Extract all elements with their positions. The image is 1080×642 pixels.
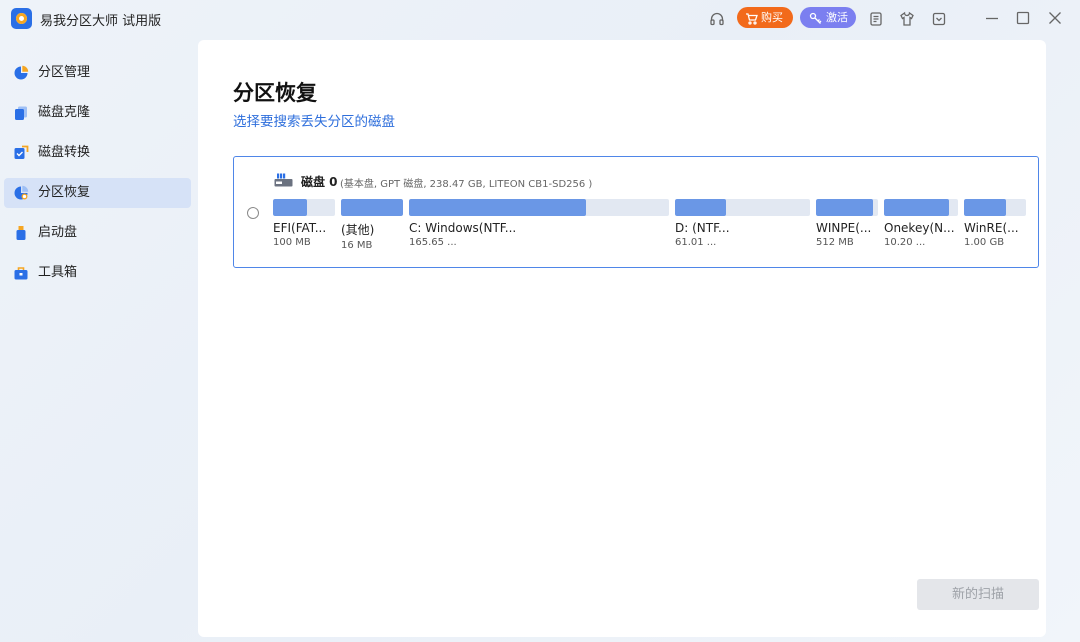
partition-item: Onekey(N... 10.20 ... <box>884 199 958 248</box>
partition-item: EFI(FAT... 100 MB <box>273 199 335 248</box>
partition-bar <box>273 199 335 216</box>
partition-size: 512 MB <box>816 237 854 248</box>
feedback-icon[interactable] <box>868 11 884 27</box>
sidebar-item-label: 分区恢复 <box>38 185 91 200</box>
partition-label: WINPE(... <box>816 221 872 235</box>
pie-chart-icon <box>13 65 29 81</box>
disk-icon <box>274 172 293 187</box>
partition-label: WinRE(... <box>964 221 1019 235</box>
sidebar-item-label: 分区管理 <box>38 65 91 80</box>
partition-item: WinRE(... 1.00 GB <box>964 199 1026 248</box>
clone-icon <box>13 105 29 121</box>
partition-item: C: Windows(NTF... 165.65 ... <box>409 199 669 248</box>
partition-label: Onekey(N... <box>884 221 955 235</box>
partition-used-fill <box>409 199 586 216</box>
partition-bar <box>964 199 1026 216</box>
title-bar: 易我分区大师 试用版 购买 激活 <box>0 0 1080 38</box>
sidebar: 分区管理 磁盘克隆 磁盘转换 分区恢复 启动盘 工具箱 <box>0 58 196 298</box>
app-title: 易我分区大师 试用版 <box>40 14 162 29</box>
minimize-icon[interactable] <box>984 10 1000 26</box>
app-logo-icon <box>11 8 32 29</box>
skin-shirt-icon[interactable] <box>899 11 915 27</box>
partition-label: C: Windows(NTF... <box>409 221 517 235</box>
sidebar-item-partition-recovery[interactable]: 分区恢复 <box>4 178 191 208</box>
disk-select-radio[interactable] <box>247 207 259 219</box>
sidebar-item-disk-clone[interactable]: 磁盘克隆 <box>4 98 191 128</box>
headset-support-icon[interactable] <box>709 11 725 27</box>
partition-item: WINPE(... 512 MB <box>816 199 878 248</box>
partition-bar <box>409 199 669 216</box>
recovery-icon <box>13 185 29 201</box>
sidebar-item-label: 启动盘 <box>38 225 78 240</box>
partition-bar <box>884 199 958 216</box>
close-icon[interactable] <box>1047 10 1063 26</box>
disk-info: (基本盘, GPT 磁盘, 238.47 GB, LITEON CB1-SD25… <box>340 179 593 190</box>
partition-size: 1.00 GB <box>964 237 1005 248</box>
partition-size: 165.65 ... <box>409 237 457 248</box>
partition-used-fill <box>273 199 308 216</box>
partition-used-fill <box>964 199 1007 216</box>
activate-label: 激活 <box>826 11 848 24</box>
partition-label: (其他) <box>341 223 375 237</box>
sidebar-item-disk-convert[interactable]: 磁盘转换 <box>4 138 191 168</box>
new-scan-button[interactable]: 新的扫描 <box>917 579 1039 610</box>
activate-button[interactable]: 激活 <box>800 7 856 28</box>
toolbox-icon <box>13 265 29 281</box>
buy-label: 购买 <box>761 11 783 24</box>
partition-size: 16 MB <box>341 240 373 251</box>
cart-icon <box>745 11 758 25</box>
buy-button[interactable]: 购买 <box>737 7 793 28</box>
sidebar-item-boot-disk[interactable]: 启动盘 <box>4 218 191 248</box>
partition-size: 10.20 ... <box>884 237 926 248</box>
partition-bar <box>816 199 878 216</box>
page-subtitle: 选择要搜索丢失分区的磁盘 <box>233 114 395 130</box>
page-title: 分区恢复 <box>233 81 317 105</box>
partition-label: EFI(FAT... <box>273 221 327 235</box>
partition-bar <box>675 199 810 216</box>
partition-item: (其他) 16 MB <box>341 199 403 251</box>
partition-used-fill <box>675 199 727 216</box>
convert-icon <box>13 145 29 161</box>
partition-used-fill <box>341 199 403 216</box>
maximize-icon[interactable] <box>1015 10 1031 26</box>
sidebar-item-partition-manager[interactable]: 分区管理 <box>4 58 191 88</box>
usb-icon <box>13 225 29 241</box>
main-panel: 分区恢复 选择要搜索丢失分区的磁盘 磁盘 0 (基本盘, GPT 磁盘, 238… <box>198 40 1046 637</box>
partition-used-fill <box>816 199 874 216</box>
partition-item: D: (NTF... 61.01 ... <box>675 199 810 248</box>
key-icon <box>809 11 822 24</box>
disk-name: 磁盘 0 <box>301 175 338 189</box>
partition-label: D: (NTF... <box>675 221 730 235</box>
partition-used-fill <box>884 199 950 216</box>
partition-size: 100 MB <box>273 237 311 248</box>
partition-size: 61.01 ... <box>675 237 717 248</box>
menu-dropdown-icon[interactable] <box>931 11 947 27</box>
sidebar-item-label: 工具箱 <box>38 265 78 280</box>
disk-card[interactable]: 磁盘 0 (基本盘, GPT 磁盘, 238.47 GB, LITEON CB1… <box>233 156 1039 268</box>
sidebar-item-label: 磁盘转换 <box>38 145 91 160</box>
sidebar-item-label: 磁盘克隆 <box>38 105 91 120</box>
partition-bar <box>341 199 403 216</box>
sidebar-item-toolbox[interactable]: 工具箱 <box>4 258 191 288</box>
